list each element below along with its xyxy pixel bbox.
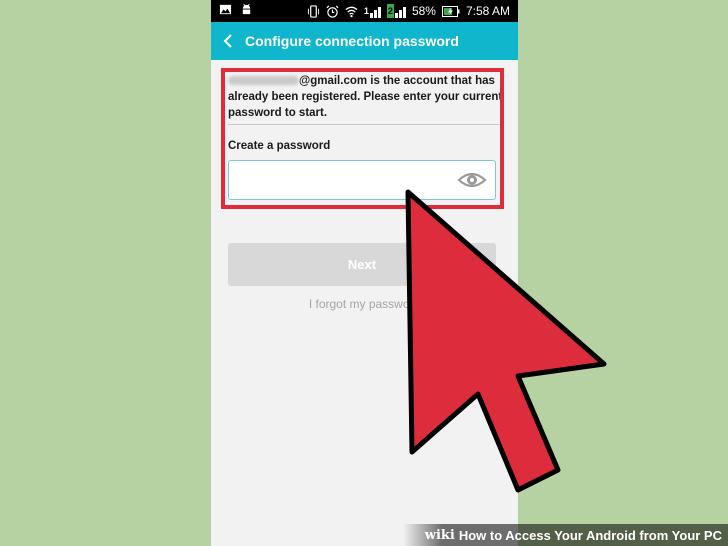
wifi-icon [345, 6, 358, 17]
highlight-box [221, 68, 504, 209]
phone-screen: 1 2 58% 7:58 AM Configure connection pas… [211, 0, 518, 546]
chevron-left-icon [223, 34, 232, 48]
wikihow-logo: wiki [424, 527, 455, 543]
battery-charging-icon [441, 5, 460, 17]
clock: 7:58 AM [465, 4, 510, 18]
battery-percent: 58% [411, 4, 436, 18]
gallery-icon [219, 4, 232, 15]
forgot-password-link[interactable]: I forgot my password [211, 297, 518, 311]
page-title: Configure connection password [245, 33, 459, 49]
vibrate-icon [307, 4, 319, 18]
android-debug-icon [242, 3, 251, 15]
watermark-title: How to Access Your Android from Your PC [458, 527, 722, 543]
signal-sim1-icon: 1 [364, 4, 381, 18]
alarm-icon [326, 5, 339, 18]
wikihow-watermark: wiki How to Access Your Android from You… [403, 524, 728, 546]
back-button[interactable] [211, 22, 245, 60]
next-button[interactable]: Next [228, 243, 496, 286]
status-bar: 1 2 58% 7:58 AM [211, 0, 518, 22]
signal-sim2-icon: 2 [386, 4, 406, 18]
password-form: @gmail.com is the account that has alrea… [211, 60, 518, 546]
app-bar: Configure connection password [211, 22, 518, 60]
